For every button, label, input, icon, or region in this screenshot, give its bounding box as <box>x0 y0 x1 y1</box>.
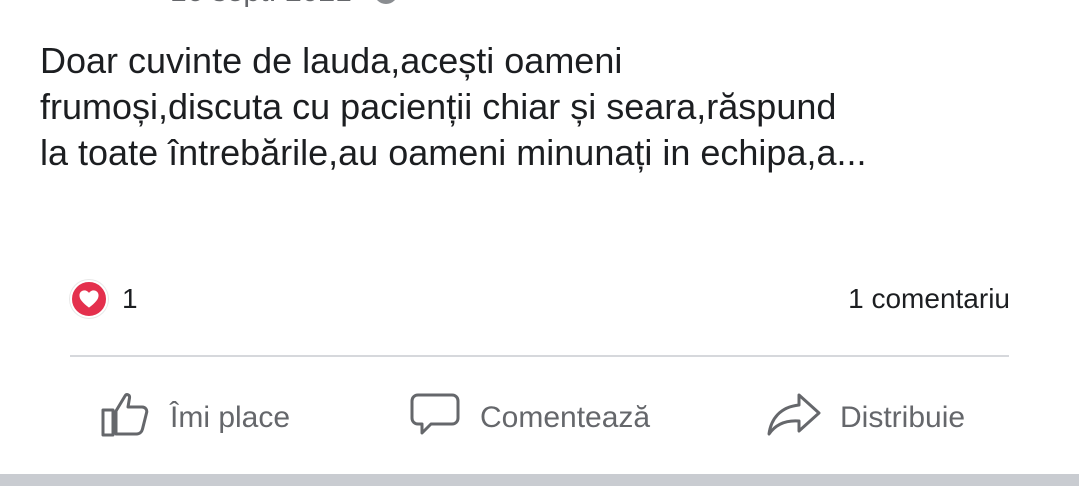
feed-separator <box>0 474 1079 486</box>
heart-icon <box>70 280 108 318</box>
post-actions: Îmi place Comentează Distribuie <box>0 390 1079 446</box>
share-arrow-icon <box>766 390 822 446</box>
reaction-summary[interactable]: 1 <box>70 280 138 318</box>
post-meta: 16 sept. 2021 <box>170 0 398 12</box>
globe-icon <box>373 0 398 4</box>
like-button[interactable]: Îmi place <box>100 390 290 446</box>
post-date: 16 sept. 2021 <box>170 0 352 9</box>
comment-count-link[interactable]: 1 comentariu <box>848 283 1010 315</box>
thumbs-up-icon <box>100 390 152 446</box>
comment-label: Comentează <box>480 401 651 434</box>
like-label: Îmi place <box>170 401 291 434</box>
divider <box>70 355 1009 357</box>
comment-bubble-icon <box>410 390 462 446</box>
comment-button[interactable]: Comentează <box>410 390 650 446</box>
share-button[interactable]: Distribuie <box>766 390 965 446</box>
share-label: Distribuie <box>840 401 966 434</box>
post-text: Doar cuvinte de lauda,acești oameni frum… <box>40 40 867 173</box>
reactions-row: 1 1 comentariu <box>70 280 1010 318</box>
reaction-count: 1 <box>122 283 138 314</box>
